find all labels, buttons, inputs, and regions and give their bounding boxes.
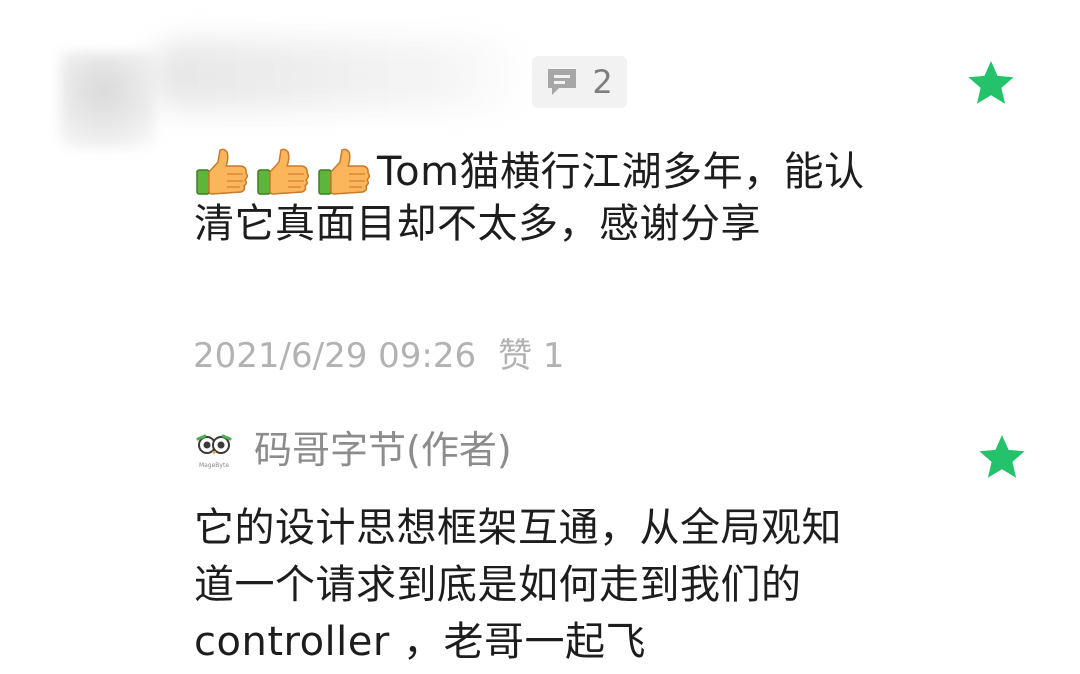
logo-text: MageByte <box>199 462 229 469</box>
comment-meta: 2021/6/29 09:26 赞 1 <box>193 334 565 378</box>
timestamp: 2021/6/29 09:26 <box>193 336 477 376</box>
owl-logo-icon: MageByte <box>196 434 232 469</box>
avatar[interactable] <box>60 52 156 148</box>
author-row: MageByte 码哥字节(作者) <box>194 425 512 475</box>
author-name[interactable]: 码哥字节(作者) <box>254 425 512 475</box>
comment-body: 它的设计思想框架互通，从全局观知道一个请求到底是如何走到我们的 controll… <box>194 505 842 665</box>
comment-text: Tom猫横行江湖多年，能认清它真面目却不太多，感谢分享 <box>194 146 874 250</box>
thumbs-up-icon <box>194 146 250 198</box>
star-icon[interactable] <box>966 58 1016 108</box>
star-icon[interactable] <box>977 432 1027 482</box>
reply-count: 2 <box>592 63 613 101</box>
thumbs-up-icon <box>316 146 372 198</box>
thumbs-up-icon <box>255 146 311 198</box>
commenter-name-blurred <box>150 40 530 110</box>
reply-count-button[interactable]: 2 <box>532 56 627 108</box>
like-button[interactable]: 赞 1 <box>498 336 564 376</box>
comment-bubble-icon <box>548 69 577 95</box>
